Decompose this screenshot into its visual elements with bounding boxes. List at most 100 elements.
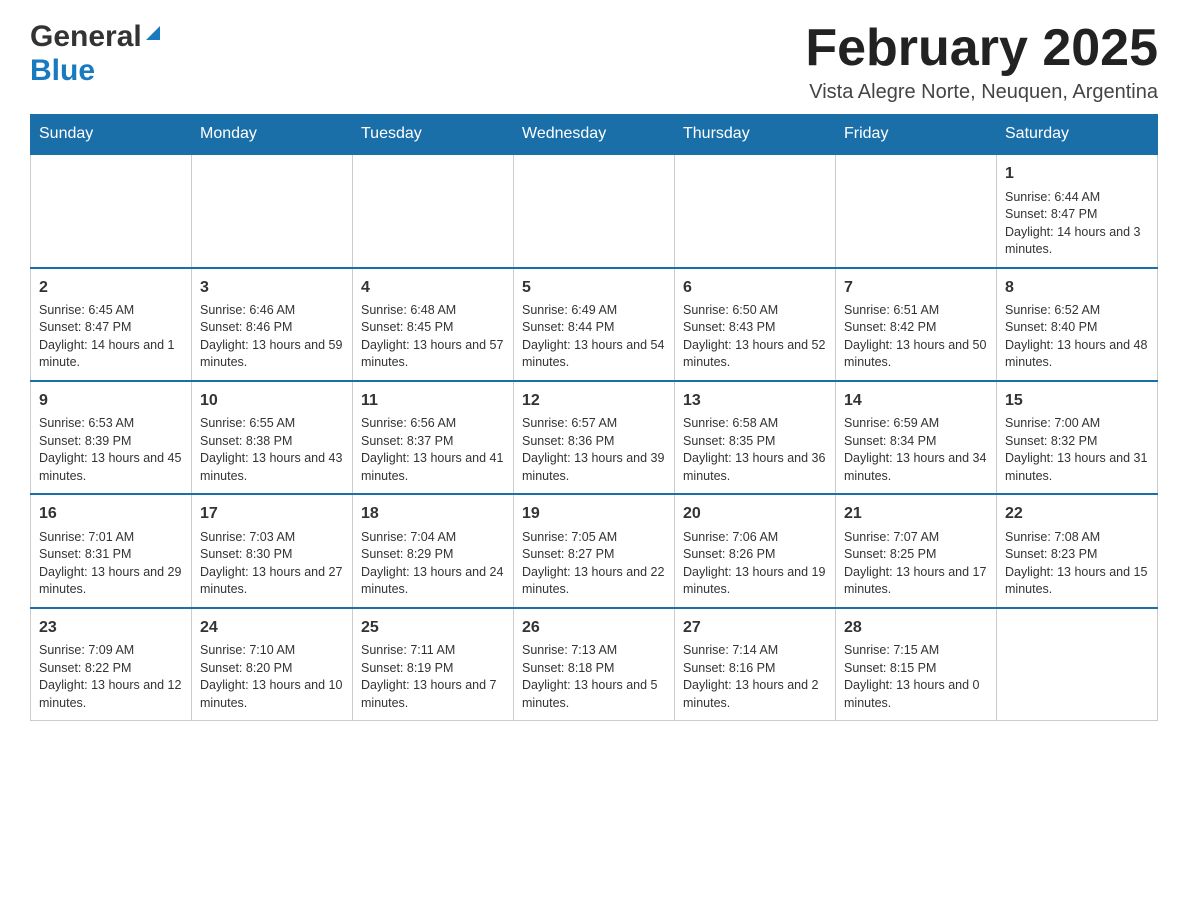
day-info-line: Daylight: 13 hours and 19 minutes. <box>683 564 827 599</box>
calendar-cell-w2-d4: 5Sunrise: 6:49 AMSunset: 8:44 PMDaylight… <box>514 268 675 381</box>
calendar-header-row: Sunday Monday Tuesday Wednesday Thursday… <box>31 115 1158 155</box>
calendar-cell-w3-d3: 11Sunrise: 6:56 AMSunset: 8:37 PMDayligh… <box>353 381 514 494</box>
day-number: 1 <box>1005 163 1149 185</box>
day-number: 24 <box>200 617 344 639</box>
day-info-line: Sunrise: 6:51 AM <box>844 302 988 320</box>
calendar-cell-w5-d4: 26Sunrise: 7:13 AMSunset: 8:18 PMDayligh… <box>514 608 675 721</box>
day-info-line: Sunrise: 6:46 AM <box>200 302 344 320</box>
calendar-cell-w3-d6: 14Sunrise: 6:59 AMSunset: 8:34 PMDayligh… <box>836 381 997 494</box>
col-friday: Friday <box>836 115 997 155</box>
day-info-line: Sunrise: 6:57 AM <box>522 415 666 433</box>
day-info-line: Daylight: 13 hours and 5 minutes. <box>522 677 666 712</box>
day-info-line: Sunset: 8:39 PM <box>39 433 183 451</box>
day-number: 12 <box>522 390 666 412</box>
day-info-line: Daylight: 13 hours and 7 minutes. <box>361 677 505 712</box>
calendar-cell-w1-d4 <box>514 154 675 267</box>
day-info-line: Sunset: 8:30 PM <box>200 546 344 564</box>
day-number: 7 <box>844 277 988 299</box>
day-info-line: Daylight: 13 hours and 54 minutes. <box>522 337 666 372</box>
calendar-cell-w1-d7: 1Sunrise: 6:44 AMSunset: 8:47 PMDaylight… <box>997 154 1158 267</box>
day-info-line: Sunset: 8:25 PM <box>844 546 988 564</box>
calendar-cell-w2-d7: 8Sunrise: 6:52 AMSunset: 8:40 PMDaylight… <box>997 268 1158 381</box>
calendar-cell-w4-d2: 17Sunrise: 7:03 AMSunset: 8:30 PMDayligh… <box>192 494 353 607</box>
day-number: 10 <box>200 390 344 412</box>
day-info-line: Sunrise: 7:05 AM <box>522 529 666 547</box>
day-info-line: Daylight: 13 hours and 24 minutes. <box>361 564 505 599</box>
day-info-line: Sunrise: 7:01 AM <box>39 529 183 547</box>
day-info-line: Sunset: 8:19 PM <box>361 660 505 678</box>
day-info-line: Sunrise: 7:14 AM <box>683 642 827 660</box>
day-info-line: Sunrise: 7:11 AM <box>361 642 505 660</box>
day-info-line: Sunset: 8:47 PM <box>1005 206 1149 224</box>
day-number: 15 <box>1005 390 1149 412</box>
day-info-line: Daylight: 14 hours and 1 minute. <box>39 337 183 372</box>
day-info-line: Sunset: 8:37 PM <box>361 433 505 451</box>
day-info-line: Sunrise: 6:52 AM <box>1005 302 1149 320</box>
day-info-line: Sunrise: 6:58 AM <box>683 415 827 433</box>
calendar-cell-w5-d6: 28 Sunrise: 7:15 AMSunset: 8:15 PMDayligh… <box>836 608 997 721</box>
day-info-line: Sunset: 8:29 PM <box>361 546 505 564</box>
day-number: 11 <box>361 390 505 412</box>
day-info-line: Daylight: 13 hours and 36 minutes. <box>683 450 827 485</box>
day-info-line: Sunrise: 7:15 AM <box>844 642 988 660</box>
day-info-line: Sunrise: 7:06 AM <box>683 529 827 547</box>
day-info-line: Sunrise: 7:07 AM <box>844 529 988 547</box>
calendar-cell-w3-d4: 12 Sunrise: 6:57 AMSunset: 8:36 PMDayligh… <box>514 381 675 494</box>
day-info-line: Sunrise: 7:13 AM <box>522 642 666 660</box>
calendar-cell-w3-d2: 10Sunrise: 6:55 AMSunset: 8:38 PMDayligh… <box>192 381 353 494</box>
day-info-line: Sunrise: 7:10 AM <box>200 642 344 660</box>
calendar-cell-w2-d2: 3Sunrise: 6:46 AMSunset: 8:46 PMDaylight… <box>192 268 353 381</box>
day-info-line: Daylight: 13 hours and 15 minutes. <box>1005 564 1149 599</box>
day-info-line: Sunrise: 6:55 AM <box>200 415 344 433</box>
day-info-line: Sunset: 8:35 PM <box>683 433 827 451</box>
day-info-line: Sunset: 8:16 PM <box>683 660 827 678</box>
day-number: 21 <box>844 503 988 525</box>
day-info-line: Daylight: 13 hours and 31 minutes. <box>1005 450 1149 485</box>
day-info-line: Daylight: 13 hours and 0 minutes. <box>844 677 988 712</box>
day-number: 19 <box>522 503 666 525</box>
day-info-line: Daylight: 13 hours and 10 minutes. <box>200 677 344 712</box>
day-number: 14 <box>844 390 988 412</box>
calendar-cell-w4-d3: 18Sunrise: 7:04 AMSunset: 8:29 PMDayligh… <box>353 494 514 607</box>
calendar-cell-w2-d3: 4Sunrise: 6:48 AMSunset: 8:45 PMDaylight… <box>353 268 514 381</box>
day-info-line: Sunset: 8:45 PM <box>361 319 505 337</box>
logo-blue-text: Blue <box>30 54 95 87</box>
calendar-week-1: 1Sunrise: 6:44 AMSunset: 8:47 PMDaylight… <box>31 154 1158 267</box>
calendar-cell-w5-d1: 23Sunrise: 7:09 AMSunset: 8:22 PMDayligh… <box>31 608 192 721</box>
day-info-line: Sunset: 8:36 PM <box>522 433 666 451</box>
day-number: 4 <box>361 277 505 299</box>
day-info-line: Sunset: 8:42 PM <box>844 319 988 337</box>
day-info-line: Daylight: 13 hours and 27 minutes. <box>200 564 344 599</box>
day-info-line: Sunset: 8:31 PM <box>39 546 183 564</box>
day-info-line: Sunrise: 6:50 AM <box>683 302 827 320</box>
calendar-cell-w3-d7: 15Sunrise: 7:00 AMSunset: 8:32 PMDayligh… <box>997 381 1158 494</box>
day-info-line: Sunrise: 6:53 AM <box>39 415 183 433</box>
calendar-week-3: 9Sunrise: 6:53 AMSunset: 8:39 PMDaylight… <box>31 381 1158 494</box>
calendar-cell-w1-d3 <box>353 154 514 267</box>
calendar-cell-w1-d2 <box>192 154 353 267</box>
day-info-line: Sunset: 8:15 PM <box>844 660 988 678</box>
calendar-cell-w5-d2: 24Sunrise: 7:10 AMSunset: 8:20 PMDayligh… <box>192 608 353 721</box>
day-info-line: Sunset: 8:18 PM <box>522 660 666 678</box>
location-subtitle: Vista Alegre Norte, Neuquen, Argentina <box>805 81 1158 104</box>
day-number: 22 <box>1005 503 1149 525</box>
day-info-line: Sunrise: 6:45 AM <box>39 302 183 320</box>
day-info-line: Daylight: 13 hours and 2 minutes. <box>683 677 827 712</box>
calendar-week-4: 16Sunrise: 7:01 AMSunset: 8:31 PMDayligh… <box>31 494 1158 607</box>
col-monday: Monday <box>192 115 353 155</box>
day-info-line: Sunset: 8:22 PM <box>39 660 183 678</box>
calendar-table: Sunday Monday Tuesday Wednesday Thursday… <box>30 114 1158 721</box>
day-info-line: Daylight: 13 hours and 39 minutes. <box>522 450 666 485</box>
day-info-line: Sunrise: 6:59 AM <box>844 415 988 433</box>
day-info-line: Daylight: 13 hours and 50 minutes. <box>844 337 988 372</box>
day-number: 23 <box>39 617 183 639</box>
day-info-line: Sunrise: 6:56 AM <box>361 415 505 433</box>
day-number: 28 <box>844 617 988 639</box>
day-info-line: Daylight: 13 hours and 29 minutes. <box>39 564 183 599</box>
calendar-cell-w4-d4: 19Sunrise: 7:05 AMSunset: 8:27 PMDayligh… <box>514 494 675 607</box>
day-info-line: Sunrise: 6:44 AM <box>1005 189 1149 207</box>
logo-general-text: General <box>30 20 142 54</box>
day-info-line: Sunset: 8:43 PM <box>683 319 827 337</box>
day-info-line: Sunrise: 7:08 AM <box>1005 529 1149 547</box>
day-info-line: Daylight: 13 hours and 57 minutes. <box>361 337 505 372</box>
